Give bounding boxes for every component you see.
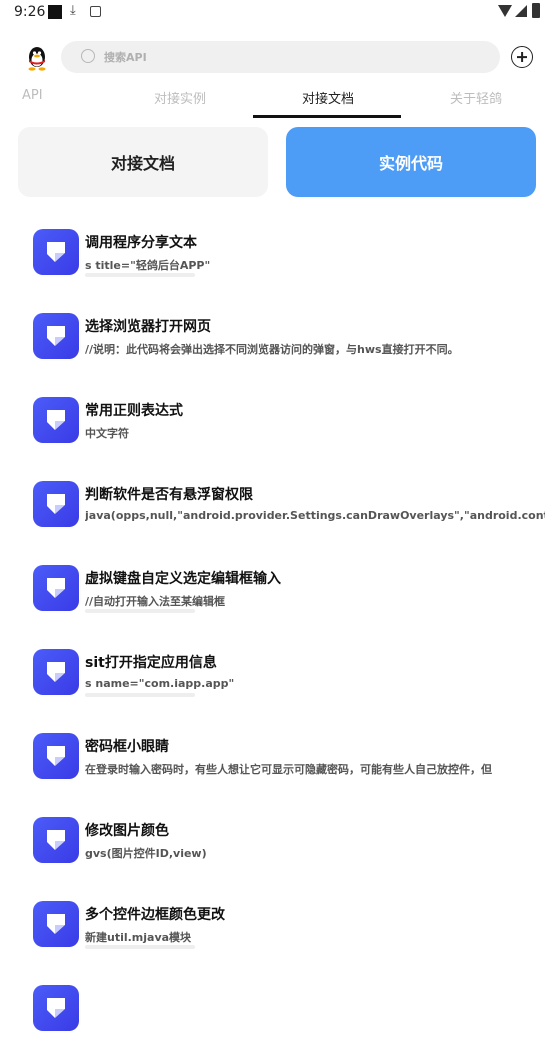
app-icon xyxy=(33,901,79,947)
docs-button[interactable]: 对接文档 xyxy=(18,127,268,197)
item-subtitle: //说明：此代码将会弹出选择不同浏览器访问的弹窗，与hws直接打开不同。 xyxy=(85,343,459,356)
sd-card-icon xyxy=(90,6,101,17)
item-subtitle: s name="com.iapp.app" xyxy=(85,677,235,690)
tab-examples[interactable]: 对接实例 xyxy=(154,88,206,107)
item-subtitle: 在登录时输入密码时，有些人想让它可显示可隐藏密码，可能有些人自己放控件，但 xyxy=(85,763,492,776)
app-icon xyxy=(33,649,79,695)
list-item[interactable]: 判断软件是否有悬浮窗权限 java(opps,null,"android.pro… xyxy=(0,466,554,550)
tab-api[interactable]: API xyxy=(22,88,43,103)
list-item[interactable]: 密码框小眼睛 在登录时输入密码时，有些人想让它可显示可隐藏密码，可能有些人自己放… xyxy=(0,718,554,802)
app-icon xyxy=(33,985,79,1031)
tab-about[interactable]: 关于轻鸽 xyxy=(450,88,502,107)
add-icon[interactable] xyxy=(511,46,533,68)
item-title: 选择浏览器打开网页 xyxy=(85,319,211,335)
doc-list: 调用程序分享文本 s title="轻鸽后台APP" 选择浏览器打开网页 //说… xyxy=(0,214,554,1054)
item-title: 判断软件是否有悬浮窗权限 xyxy=(85,487,253,503)
tab-docs[interactable]: 对接文档 xyxy=(302,88,354,107)
notification-icon xyxy=(48,5,62,19)
item-title: 常用正则表达式 xyxy=(85,403,183,419)
tab-indicator xyxy=(253,115,401,118)
item-title: 多个控件边框颜色更改 xyxy=(85,907,225,923)
download-icon: ⤓ xyxy=(70,3,76,18)
list-item-partial[interactable] xyxy=(0,970,554,1054)
list-item[interactable]: 调用程序分享文本 s title="轻鸽后台APP" xyxy=(0,214,554,298)
list-item[interactable]: 多个控件边框颜色更改 新建util.mjava模块 xyxy=(0,886,554,970)
tab-bar: API 对接实例 对接文档 关于轻鸽 xyxy=(0,84,554,118)
app-icon xyxy=(33,481,79,527)
signal-icon xyxy=(515,5,527,17)
app-icon xyxy=(33,565,79,611)
app-icon xyxy=(33,313,79,359)
item-subtitle: java(opps,null,"android.provider.Setting… xyxy=(85,509,545,522)
app-icon xyxy=(33,817,79,863)
list-item[interactable]: 虚拟键盘自定义选定编辑框输入 //自动打开输入法至某编辑框 xyxy=(0,550,554,634)
qq-penguin-icon[interactable] xyxy=(23,44,51,72)
list-item[interactable]: 修改图片颜色 gvs(图片控件ID,view) xyxy=(0,802,554,886)
wifi-icon xyxy=(498,5,512,17)
item-title: sit打开指定应用信息 xyxy=(85,655,217,671)
item-subtitle: //自动打开输入法至某编辑框 xyxy=(85,595,226,608)
item-divider xyxy=(85,693,195,697)
item-subtitle: s title="轻鸽后台APP" xyxy=(85,259,211,272)
app-icon xyxy=(33,733,79,779)
status-time: 9:26 xyxy=(14,4,46,20)
app-icon xyxy=(33,229,79,275)
item-subtitle: 中文字符 xyxy=(85,427,129,440)
sample-code-button[interactable]: 实例代码 xyxy=(286,127,536,197)
item-title: 虚拟键盘自定义选定编辑框输入 xyxy=(85,571,281,587)
list-item[interactable]: sit打开指定应用信息 s name="com.iapp.app" xyxy=(0,634,554,718)
list-item[interactable]: 选择浏览器打开网页 //说明：此代码将会弹出选择不同浏览器访问的弹窗，与hws直… xyxy=(0,298,554,382)
item-divider xyxy=(85,945,195,949)
item-subtitle: 新建util.mjava模块 xyxy=(85,931,192,944)
search-icon xyxy=(81,49,95,63)
item-title: 调用程序分享文本 xyxy=(85,235,197,251)
item-subtitle: gvs(图片控件ID,view) xyxy=(85,847,207,860)
status-bar: 9:26 ⤓ xyxy=(0,0,554,24)
item-divider xyxy=(85,273,195,277)
search-bar[interactable]: 搜索API xyxy=(61,41,500,73)
item-divider xyxy=(85,609,195,613)
battery-icon xyxy=(532,3,540,18)
list-item[interactable]: 常用正则表达式 中文字符 xyxy=(0,382,554,466)
item-title: 修改图片颜色 xyxy=(85,823,169,839)
search-placeholder: 搜索API xyxy=(104,51,147,64)
item-title: 密码框小眼睛 xyxy=(85,739,169,755)
app-icon xyxy=(33,397,79,443)
